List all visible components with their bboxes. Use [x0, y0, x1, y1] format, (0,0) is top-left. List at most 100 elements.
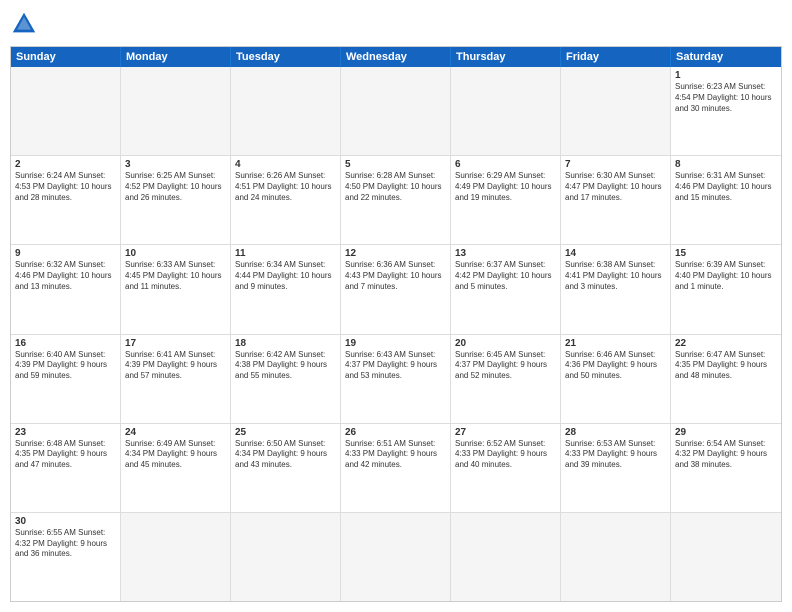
cell-info: Sunrise: 6:48 AM Sunset: 4:35 PM Dayligh…: [15, 439, 116, 471]
calendar: SundayMondayTuesdayWednesdayThursdayFrid…: [10, 46, 782, 602]
logo-icon: [10, 10, 38, 38]
cal-cell: [561, 513, 671, 601]
cell-info: Sunrise: 6:32 AM Sunset: 4:46 PM Dayligh…: [15, 260, 116, 292]
day-number: 17: [125, 338, 226, 349]
cal-cell: 25Sunrise: 6:50 AM Sunset: 4:34 PM Dayli…: [231, 424, 341, 512]
day-number: 24: [125, 427, 226, 438]
cell-info: Sunrise: 6:29 AM Sunset: 4:49 PM Dayligh…: [455, 171, 556, 203]
day-number: 22: [675, 338, 777, 349]
day-number: 9: [15, 248, 116, 259]
cell-info: Sunrise: 6:53 AM Sunset: 4:33 PM Dayligh…: [565, 439, 666, 471]
cal-cell: 30Sunrise: 6:55 AM Sunset: 4:32 PM Dayli…: [11, 513, 121, 601]
cal-cell: 24Sunrise: 6:49 AM Sunset: 4:34 PM Dayli…: [121, 424, 231, 512]
cal-cell: [341, 67, 451, 155]
cal-row-5: 30Sunrise: 6:55 AM Sunset: 4:32 PM Dayli…: [11, 513, 781, 601]
cal-row-4: 23Sunrise: 6:48 AM Sunset: 4:35 PM Dayli…: [11, 424, 781, 513]
cell-info: Sunrise: 6:46 AM Sunset: 4:36 PM Dayligh…: [565, 350, 666, 382]
calendar-header: SundayMondayTuesdayWednesdayThursdayFrid…: [11, 47, 781, 67]
cal-cell: [11, 67, 121, 155]
cell-info: Sunrise: 6:41 AM Sunset: 4:39 PM Dayligh…: [125, 350, 226, 382]
cell-info: Sunrise: 6:49 AM Sunset: 4:34 PM Dayligh…: [125, 439, 226, 471]
cell-info: Sunrise: 6:24 AM Sunset: 4:53 PM Dayligh…: [15, 171, 116, 203]
day-number: 8: [675, 159, 777, 170]
day-number: 2: [15, 159, 116, 170]
day-number: 3: [125, 159, 226, 170]
day-number: 18: [235, 338, 336, 349]
cal-cell: 6Sunrise: 6:29 AM Sunset: 4:49 PM Daylig…: [451, 156, 561, 244]
cell-info: Sunrise: 6:54 AM Sunset: 4:32 PM Dayligh…: [675, 439, 777, 471]
day-number: 4: [235, 159, 336, 170]
cell-info: Sunrise: 6:23 AM Sunset: 4:54 PM Dayligh…: [675, 82, 777, 114]
day-number: 1: [675, 70, 777, 81]
cal-cell: [231, 513, 341, 601]
cal-row-1: 2Sunrise: 6:24 AM Sunset: 4:53 PM Daylig…: [11, 156, 781, 245]
cell-info: Sunrise: 6:43 AM Sunset: 4:37 PM Dayligh…: [345, 350, 446, 382]
day-number: 14: [565, 248, 666, 259]
cal-cell: 2Sunrise: 6:24 AM Sunset: 4:53 PM Daylig…: [11, 156, 121, 244]
cal-cell: 22Sunrise: 6:47 AM Sunset: 4:35 PM Dayli…: [671, 335, 781, 423]
day-number: 30: [15, 516, 116, 527]
cal-cell: 16Sunrise: 6:40 AM Sunset: 4:39 PM Dayli…: [11, 335, 121, 423]
logo: [10, 10, 42, 38]
cal-cell: 29Sunrise: 6:54 AM Sunset: 4:32 PM Dayli…: [671, 424, 781, 512]
cal-cell: [341, 513, 451, 601]
cal-cell: 7Sunrise: 6:30 AM Sunset: 4:47 PM Daylig…: [561, 156, 671, 244]
cal-cell: 8Sunrise: 6:31 AM Sunset: 4:46 PM Daylig…: [671, 156, 781, 244]
cal-cell: 9Sunrise: 6:32 AM Sunset: 4:46 PM Daylig…: [11, 245, 121, 333]
day-number: 13: [455, 248, 556, 259]
cell-info: Sunrise: 6:51 AM Sunset: 4:33 PM Dayligh…: [345, 439, 446, 471]
cal-cell: 5Sunrise: 6:28 AM Sunset: 4:50 PM Daylig…: [341, 156, 451, 244]
cal-cell: 21Sunrise: 6:46 AM Sunset: 4:36 PM Dayli…: [561, 335, 671, 423]
cal-cell: 17Sunrise: 6:41 AM Sunset: 4:39 PM Dayli…: [121, 335, 231, 423]
cal-cell: 4Sunrise: 6:26 AM Sunset: 4:51 PM Daylig…: [231, 156, 341, 244]
cal-cell: 20Sunrise: 6:45 AM Sunset: 4:37 PM Dayli…: [451, 335, 561, 423]
cal-cell: [231, 67, 341, 155]
day-number: 11: [235, 248, 336, 259]
cell-info: Sunrise: 6:33 AM Sunset: 4:45 PM Dayligh…: [125, 260, 226, 292]
day-number: 6: [455, 159, 556, 170]
cell-info: Sunrise: 6:45 AM Sunset: 4:37 PM Dayligh…: [455, 350, 556, 382]
page: SundayMondayTuesdayWednesdayThursdayFrid…: [0, 0, 792, 612]
cal-cell: 23Sunrise: 6:48 AM Sunset: 4:35 PM Dayli…: [11, 424, 121, 512]
header: [10, 10, 782, 38]
cal-cell: 18Sunrise: 6:42 AM Sunset: 4:38 PM Dayli…: [231, 335, 341, 423]
day-number: 26: [345, 427, 446, 438]
day-header-sunday: Sunday: [11, 47, 121, 67]
cell-info: Sunrise: 6:39 AM Sunset: 4:40 PM Dayligh…: [675, 260, 777, 292]
day-header-wednesday: Wednesday: [341, 47, 451, 67]
cell-info: Sunrise: 6:34 AM Sunset: 4:44 PM Dayligh…: [235, 260, 336, 292]
cal-cell: [451, 67, 561, 155]
cal-cell: 28Sunrise: 6:53 AM Sunset: 4:33 PM Dayli…: [561, 424, 671, 512]
cell-info: Sunrise: 6:31 AM Sunset: 4:46 PM Dayligh…: [675, 171, 777, 203]
cell-info: Sunrise: 6:28 AM Sunset: 4:50 PM Dayligh…: [345, 171, 446, 203]
day-header-friday: Friday: [561, 47, 671, 67]
day-number: 15: [675, 248, 777, 259]
cal-cell: 27Sunrise: 6:52 AM Sunset: 4:33 PM Dayli…: [451, 424, 561, 512]
cal-cell: 15Sunrise: 6:39 AM Sunset: 4:40 PM Dayli…: [671, 245, 781, 333]
cal-cell: 13Sunrise: 6:37 AM Sunset: 4:42 PM Dayli…: [451, 245, 561, 333]
cell-info: Sunrise: 6:42 AM Sunset: 4:38 PM Dayligh…: [235, 350, 336, 382]
day-number: 29: [675, 427, 777, 438]
cal-cell: 1Sunrise: 6:23 AM Sunset: 4:54 PM Daylig…: [671, 67, 781, 155]
day-number: 28: [565, 427, 666, 438]
day-number: 5: [345, 159, 446, 170]
cell-info: Sunrise: 6:50 AM Sunset: 4:34 PM Dayligh…: [235, 439, 336, 471]
cal-cell: [121, 67, 231, 155]
cal-cell: 19Sunrise: 6:43 AM Sunset: 4:37 PM Dayli…: [341, 335, 451, 423]
cal-cell: 3Sunrise: 6:25 AM Sunset: 4:52 PM Daylig…: [121, 156, 231, 244]
cal-row-3: 16Sunrise: 6:40 AM Sunset: 4:39 PM Dayli…: [11, 335, 781, 424]
calendar-body: 1Sunrise: 6:23 AM Sunset: 4:54 PM Daylig…: [11, 67, 781, 601]
cell-info: Sunrise: 6:55 AM Sunset: 4:32 PM Dayligh…: [15, 528, 116, 560]
cal-cell: [561, 67, 671, 155]
cal-cell: 14Sunrise: 6:38 AM Sunset: 4:41 PM Dayli…: [561, 245, 671, 333]
cal-cell: 11Sunrise: 6:34 AM Sunset: 4:44 PM Dayli…: [231, 245, 341, 333]
day-number: 25: [235, 427, 336, 438]
day-number: 20: [455, 338, 556, 349]
cell-info: Sunrise: 6:26 AM Sunset: 4:51 PM Dayligh…: [235, 171, 336, 203]
day-header-tuesday: Tuesday: [231, 47, 341, 67]
cal-cell: 10Sunrise: 6:33 AM Sunset: 4:45 PM Dayli…: [121, 245, 231, 333]
day-number: 21: [565, 338, 666, 349]
day-number: 23: [15, 427, 116, 438]
day-header-saturday: Saturday: [671, 47, 781, 67]
cell-info: Sunrise: 6:36 AM Sunset: 4:43 PM Dayligh…: [345, 260, 446, 292]
